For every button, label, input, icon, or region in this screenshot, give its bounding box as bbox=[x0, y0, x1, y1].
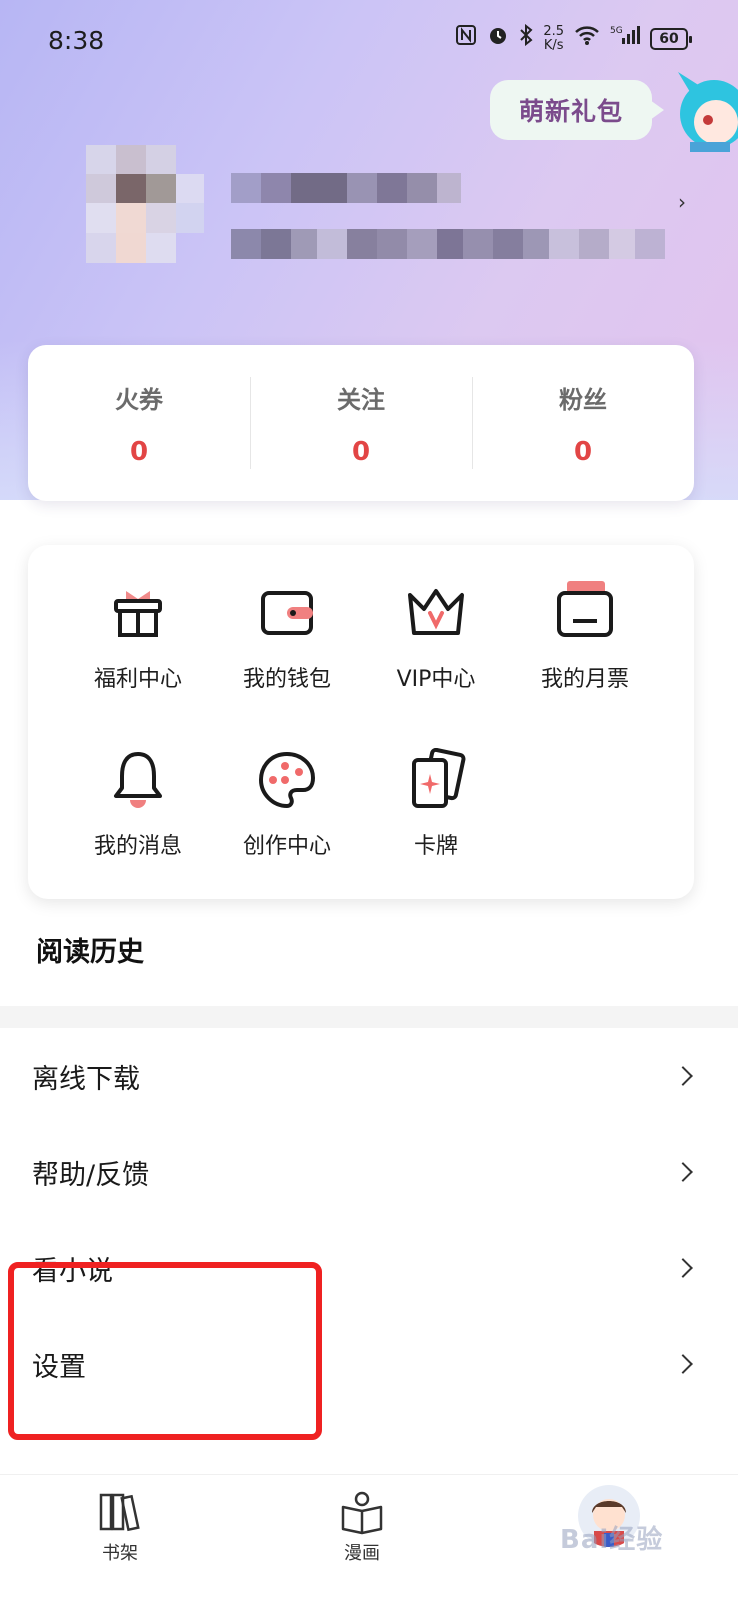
menu-item-help-feedback[interactable]: 帮助/反馈 bbox=[0, 1124, 738, 1220]
wallet-icon bbox=[261, 591, 313, 635]
grid-item-wallet[interactable]: 我的钱包 bbox=[212, 581, 362, 701]
bluetooth-icon bbox=[519, 23, 533, 54]
annotation-highlight-box bbox=[8, 1262, 322, 1440]
profile-chevron-icon[interactable]: › bbox=[678, 190, 686, 214]
grid-item-monthly-ticket[interactable]: 我的月票 bbox=[510, 581, 660, 701]
bookshelf-icon bbox=[99, 1493, 140, 1532]
grid-item-vip-center[interactable]: VIP中心 bbox=[361, 581, 511, 701]
grid-item-cards[interactable]: 卡牌 bbox=[361, 748, 511, 868]
avatar[interactable] bbox=[86, 145, 204, 263]
nfc-icon bbox=[455, 24, 477, 54]
nav-tab-comics[interactable]: 漫画 bbox=[312, 1489, 412, 1565]
status-icons: 2.5 K/s 5G 60 bbox=[455, 23, 692, 54]
cards-icon bbox=[412, 748, 466, 808]
svg-text:5G: 5G bbox=[610, 26, 623, 36]
section-divider bbox=[0, 1006, 738, 1028]
watermark: Bai经验 bbox=[560, 1525, 664, 1555]
network-speed: 2.5 K/s bbox=[543, 24, 564, 53]
open-book-icon bbox=[341, 1491, 383, 1535]
chevron-right-icon bbox=[673, 1354, 693, 1374]
stats-card: 火券 0 关注 0 粉丝 0 bbox=[28, 345, 694, 501]
stat-following[interactable]: 关注 0 bbox=[250, 345, 472, 501]
grid-item-creation-center[interactable]: 创作中心 bbox=[212, 748, 362, 868]
status-time: 8:38 bbox=[48, 26, 105, 55]
chevron-right-icon bbox=[673, 1162, 693, 1182]
ticket-icon bbox=[557, 581, 613, 637]
gift-icon bbox=[114, 591, 162, 637]
stat-tickets[interactable]: 火券 0 bbox=[28, 345, 250, 501]
feature-grid: 福利中心 我的钱包 VIP中心 我的月票 我的消息 创作中心 卡牌 bbox=[28, 545, 694, 899]
bell-icon bbox=[114, 752, 162, 808]
signal-5g-icon: 5G bbox=[610, 24, 640, 54]
grid-item-welfare-center[interactable]: 福利中心 bbox=[63, 581, 213, 701]
wifi-icon bbox=[574, 24, 600, 54]
chevron-right-icon bbox=[673, 1066, 693, 1086]
reading-history-title[interactable]: 阅读历史 bbox=[36, 930, 144, 969]
bottom-nav: 书架 漫画 Bai经验 bbox=[0, 1474, 738, 1600]
newbie-gift-button[interactable]: 萌新礼包 bbox=[490, 80, 664, 140]
battery-icon: 60 bbox=[650, 28, 692, 50]
alarm-icon bbox=[487, 24, 509, 54]
crown-icon bbox=[408, 589, 464, 635]
nav-tab-bookshelf[interactable]: 书架 bbox=[70, 1489, 170, 1565]
palette-icon bbox=[258, 751, 316, 809]
grid-item-messages[interactable]: 我的消息 bbox=[63, 748, 213, 868]
chevron-right-icon bbox=[673, 1258, 693, 1278]
status-bar: 8:38 2.5 K/s 5G 60 bbox=[0, 0, 738, 84]
mascot-image[interactable] bbox=[670, 62, 738, 172]
menu-item-offline-download[interactable]: 离线下载 bbox=[0, 1028, 738, 1124]
stat-followers[interactable]: 粉丝 0 bbox=[472, 345, 694, 501]
